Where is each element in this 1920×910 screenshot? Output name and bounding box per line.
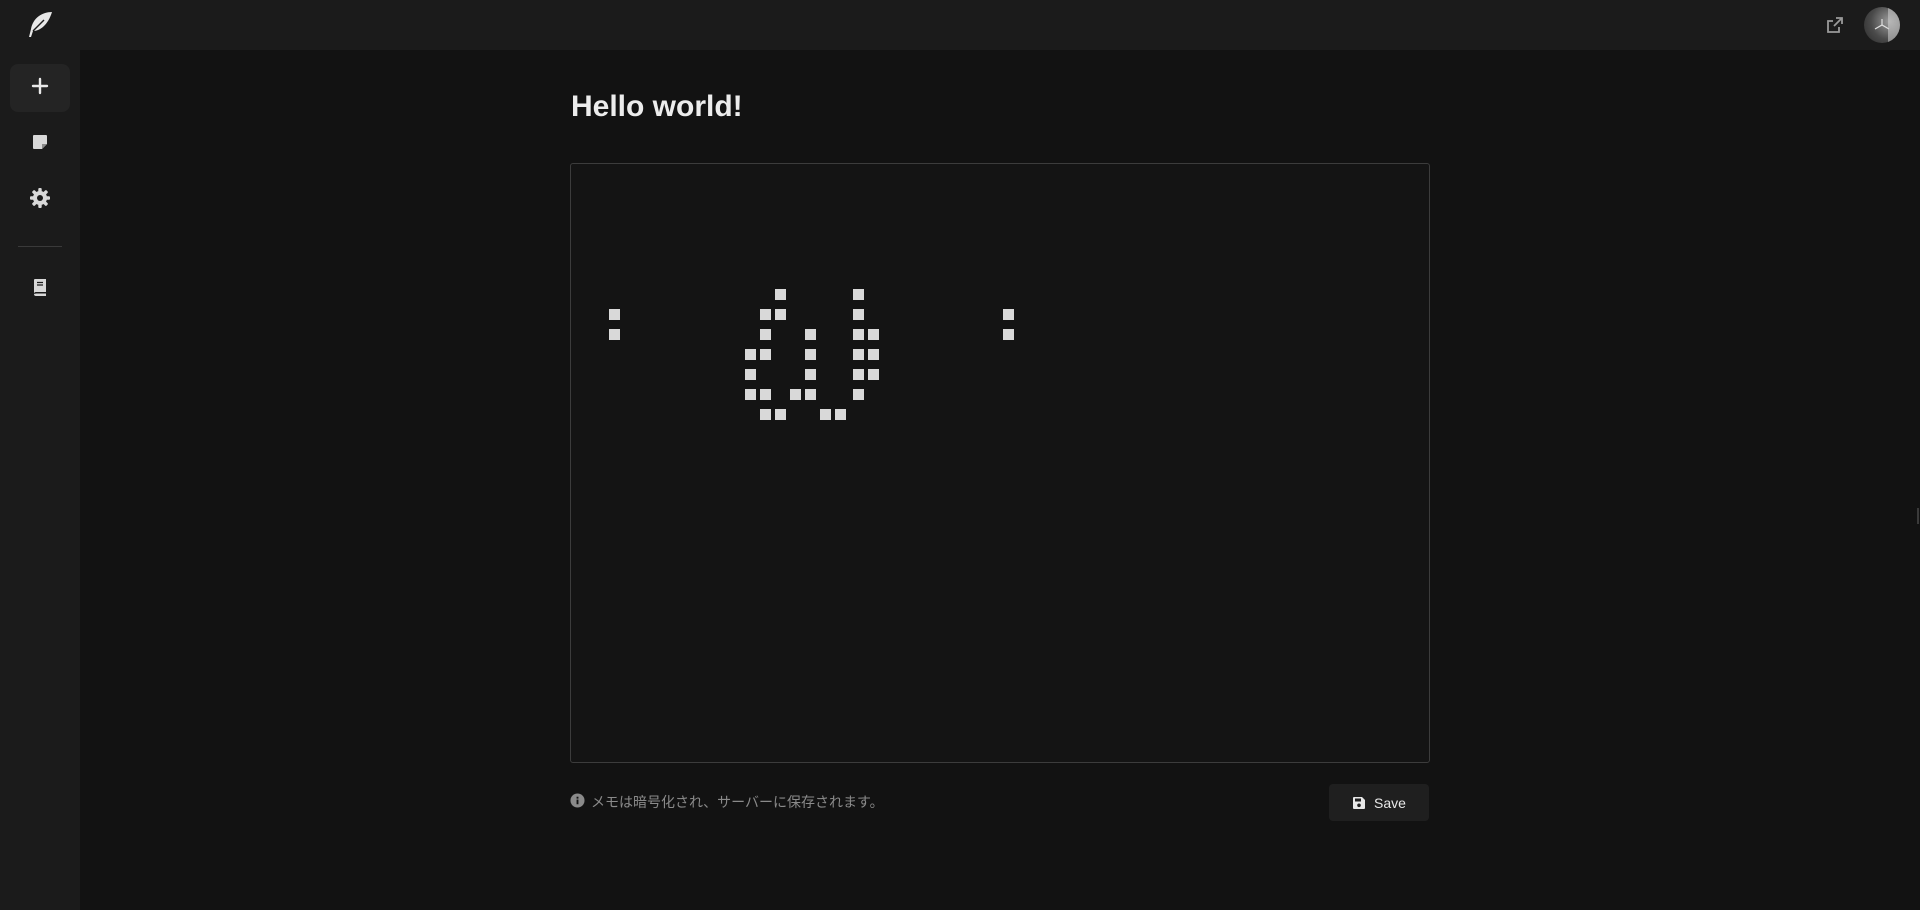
sidebar-divider (18, 246, 62, 247)
top-bar (0, 0, 1920, 50)
gear-icon (29, 187, 51, 213)
notes-button[interactable] (10, 120, 70, 168)
pixel-block (805, 349, 816, 360)
pixel-block (835, 409, 846, 420)
floppy-disk-icon (1352, 796, 1366, 810)
pixel-block (1003, 309, 1014, 320)
note-editor[interactable] (570, 163, 1430, 763)
save-button[interactable]: Save (1329, 784, 1429, 821)
pixel-block (853, 349, 864, 360)
pixel-block (868, 329, 879, 340)
pixel-block (775, 289, 786, 300)
pixel-block (868, 369, 879, 380)
avatar[interactable] (1864, 7, 1900, 43)
pixel-block (853, 369, 864, 380)
pixel-block (775, 309, 786, 320)
pixel-block (609, 329, 620, 340)
encryption-note-text: メモは暗号化され、サーバーに保存されます。 (591, 795, 884, 811)
docs-button[interactable] (10, 265, 70, 313)
scroll-handle[interactable] (1917, 508, 1919, 524)
pixel-block (760, 309, 771, 320)
encryption-note: メモは暗号化され、サーバーに保存されます。 (570, 792, 884, 812)
page-title: Hello world! (571, 90, 743, 123)
pixel-block (805, 329, 816, 340)
pixel-block (1003, 329, 1014, 340)
pixel-block (760, 329, 771, 340)
book-icon (30, 277, 50, 301)
pixel-block (805, 389, 816, 400)
pixel-block (745, 349, 756, 360)
settings-button[interactable] (10, 176, 70, 224)
note-icon (30, 132, 50, 156)
pixel-art-drawing (609, 289, 1014, 420)
pixel-block (609, 309, 620, 320)
pixel-block (760, 389, 771, 400)
sidebar (0, 50, 80, 910)
pixel-block (805, 369, 816, 380)
pixel-block (853, 289, 864, 300)
pixel-block (853, 389, 864, 400)
pixel-block (853, 329, 864, 340)
save-label: Save (1374, 794, 1406, 811)
pixel-block (760, 349, 771, 360)
feather-icon[interactable] (24, 9, 56, 41)
new-note-button[interactable] (10, 64, 70, 112)
pixel-block (820, 409, 831, 420)
pixel-block (853, 309, 864, 320)
info-icon (570, 792, 585, 812)
pixel-block (745, 389, 756, 400)
pixel-block (790, 389, 801, 400)
plus-icon (30, 76, 50, 100)
pixel-block (760, 409, 771, 420)
pixel-block (745, 369, 756, 380)
pixel-block (868, 349, 879, 360)
external-link-icon[interactable] (1825, 15, 1845, 35)
pixel-block (775, 409, 786, 420)
